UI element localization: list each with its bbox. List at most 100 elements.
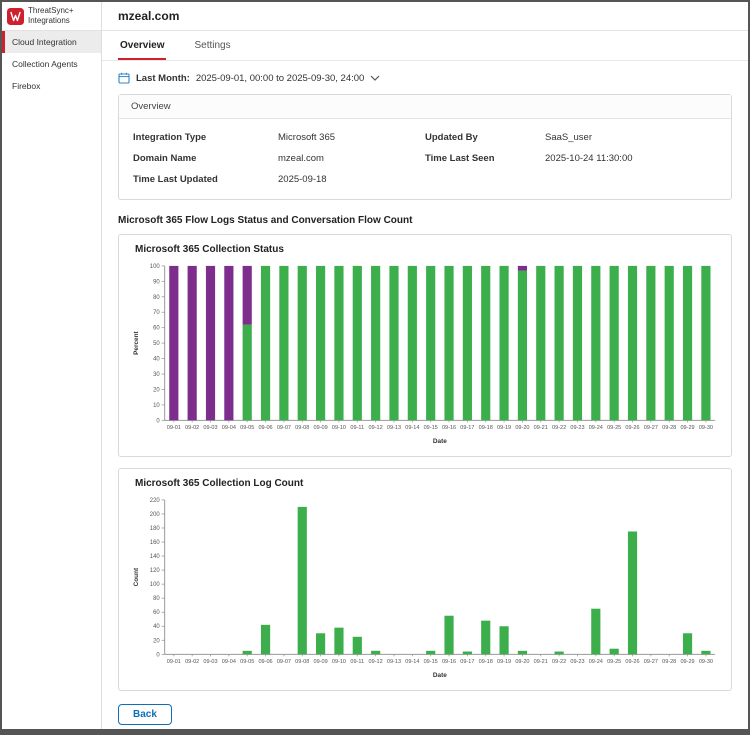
svg-text:09-26: 09-26 [625, 659, 639, 665]
svg-text:09-21: 09-21 [534, 425, 548, 431]
svg-text:09-14: 09-14 [405, 659, 419, 665]
date-filter[interactable]: Last Month: 2025-09-01, 00:00 to 2025-09… [118, 72, 732, 84]
bar-09-30-log_count [701, 650, 711, 655]
svg-text:09-04: 09-04 [222, 425, 236, 431]
bar-09-13-success [389, 265, 399, 421]
date-filter-range: 2025-09-01, 00:00 to 2025-09-30, 24:00 [195, 72, 365, 84]
svg-text:09-30: 09-30 [699, 659, 713, 665]
bar-09-16-log_count [444, 615, 454, 655]
svg-text:09-04: 09-04 [222, 659, 236, 665]
svg-text:09-09: 09-09 [314, 425, 328, 431]
bar-09-23-success [572, 265, 583, 421]
svg-text:09-27: 09-27 [644, 659, 658, 665]
back-button[interactable]: Back [118, 704, 172, 726]
svg-text:09-03: 09-03 [203, 659, 217, 665]
svg-text:09-14: 09-14 [405, 425, 419, 431]
bar-09-29-success [682, 265, 693, 421]
bar-09-29-log_count [682, 633, 693, 655]
bar-09-08-success [297, 265, 307, 421]
svg-text:09-26: 09-26 [625, 425, 639, 431]
svg-text:120: 120 [150, 568, 161, 574]
log-count-title: Microsoft 365 Collection Log Count [135, 478, 304, 490]
bar-09-07-success [279, 265, 289, 421]
bar-09-27-success [646, 265, 656, 421]
brand-text: ThreatSync+ Integrations [28, 6, 74, 25]
svg-text:09-16: 09-16 [442, 425, 456, 431]
field-value: Microsoft 365 [278, 132, 336, 143]
section-title: Microsoft 365 Flow Logs Status and Conve… [118, 215, 413, 226]
svg-text:60: 60 [153, 610, 160, 616]
overview-right-column: Updated By SaaS_user Time Last Seen 2025… [425, 132, 717, 185]
svg-text:180: 180 [150, 526, 161, 532]
svg-text:60: 60 [153, 326, 160, 332]
overview-card: Overview Integration Type Microsoft 365 … [118, 94, 732, 200]
bar-09-22-log_count [554, 651, 564, 655]
bar-09-17-success [462, 265, 472, 421]
bar-09-28-success [664, 265, 674, 421]
bar-09-11-success [352, 265, 362, 421]
bar-09-06-success [260, 265, 271, 421]
svg-text:10: 10 [153, 403, 160, 409]
svg-text:09-21: 09-21 [534, 659, 548, 665]
bar-09-26-log_count [627, 531, 638, 655]
bar-09-24-success [591, 265, 601, 421]
sidebar-item-firebox[interactable]: Firebox [2, 75, 101, 97]
svg-text:09-02: 09-02 [185, 659, 199, 665]
sidebar: ThreatSync+ Integrations Cloud Integrati… [2, 2, 102, 729]
svg-text:09-19: 09-19 [497, 425, 511, 431]
bar-09-20-failure [517, 265, 528, 271]
bar-09-22-success [554, 265, 564, 421]
bar-09-20-success [517, 270, 528, 421]
bar-09-06-log_count [260, 624, 271, 655]
svg-text:09-30: 09-30 [699, 425, 713, 431]
brand: ThreatSync+ Integrations [2, 2, 101, 31]
bar-09-09-log_count [316, 633, 326, 655]
tab-settings[interactable]: Settings [192, 31, 232, 60]
date-filter-label: Last Month: [136, 72, 190, 84]
svg-text:09-15: 09-15 [424, 659, 438, 665]
svg-text:0: 0 [156, 418, 160, 424]
svg-text:09-20: 09-20 [515, 425, 529, 431]
log-count-chart: 0 20 40 60 80 100 120 140 160 180 200 220 09-01 09-02… [133, 498, 716, 679]
log-count-card: Microsoft 365 Collection Log Count 0 20 40… [118, 468, 732, 692]
svg-text:09-13: 09-13 [387, 425, 401, 431]
svg-text:09-03: 09-03 [203, 425, 217, 431]
svg-text:09-22: 09-22 [552, 425, 566, 431]
svg-text:09-27: 09-27 [644, 425, 658, 431]
collection-status-chart: 0 10 20 30 40 50 60 70 80 90 100 09-01 09-02 09-03 09-… [133, 264, 716, 445]
svg-text:09-18: 09-18 [479, 659, 493, 665]
svg-text:09-11: 09-11 [350, 659, 364, 665]
svg-text:09-15: 09-15 [424, 425, 438, 431]
brand-line1: ThreatSync+ [28, 6, 74, 16]
bar-09-25-success [609, 265, 619, 421]
svg-text:40: 40 [153, 624, 160, 630]
svg-text:80: 80 [153, 596, 160, 602]
main-panel: mzeal.com Overview Settings Last Month: … [102, 2, 748, 729]
bar-09-17-log_count [462, 651, 472, 655]
bar-09-20-log_count [517, 650, 528, 655]
bar-09-18-log_count [481, 620, 491, 655]
tab-overview[interactable]: Overview [118, 31, 167, 60]
svg-text:200: 200 [150, 512, 161, 518]
svg-text:09-19: 09-19 [497, 659, 511, 665]
overview-card-body: Integration Type Microsoft 365 Domain Na… [119, 119, 731, 199]
svg-text:30: 30 [153, 372, 160, 378]
bar-09-25-log_count [609, 648, 619, 655]
sidebar-item-cloud-integration[interactable]: Cloud Integration [2, 31, 101, 53]
svg-text:09-24: 09-24 [589, 659, 603, 665]
collection-status-title: Microsoft 365 Collection Status [135, 244, 284, 255]
svg-text:40: 40 [153, 357, 160, 363]
svg-text:09-29: 09-29 [680, 659, 694, 665]
brand-line2: Integrations [28, 16, 70, 25]
svg-text:09-18: 09-18 [479, 425, 493, 431]
svg-text:220: 220 [150, 498, 161, 504]
svg-text:100: 100 [150, 582, 161, 588]
svg-text:09-12: 09-12 [369, 659, 383, 665]
svg-text:09-08: 09-08 [295, 659, 309, 665]
svg-text:20: 20 [153, 387, 160, 393]
sidebar-item-collection-agents[interactable]: Collection Agents [2, 53, 101, 75]
svg-text:09-25: 09-25 [607, 659, 621, 665]
bar-09-04-failure [224, 265, 234, 421]
bar-09-01-failure [169, 265, 179, 421]
field-value: 2025-10-24 11:30:00 [545, 153, 633, 164]
